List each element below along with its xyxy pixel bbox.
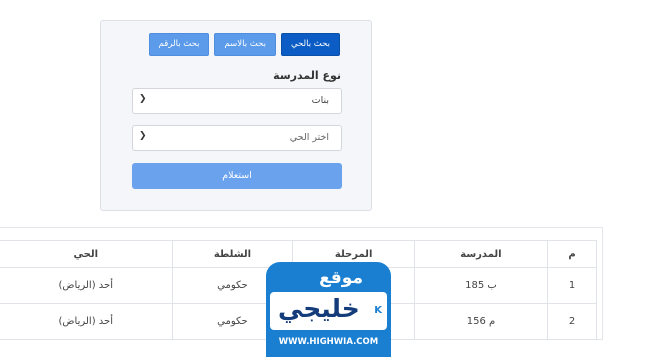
watermark-badge: خليجي K — [270, 292, 387, 330]
cell-district: أحد (الرياض) — [0, 267, 173, 304]
tab-search-by-district[interactable]: بحث بالحي — [280, 33, 340, 56]
cell-school: ب 185 — [413, 267, 549, 304]
chevron-down-icon: ❯ — [139, 94, 147, 104]
cell-school: م 156 — [413, 303, 549, 340]
cell-index: 2 — [547, 303, 597, 340]
search-panel: بحث بالحي بحث بالاسم بحث بالرقم نوع المد… — [100, 20, 372, 211]
logo-mark-icon: K — [374, 305, 382, 316]
column-header-school: المدرسة — [413, 240, 549, 268]
school-type-value: بنات — [311, 95, 329, 106]
watermark-line1: موقع — [319, 268, 363, 288]
column-header-index: م — [547, 240, 597, 268]
chevron-down-icon: ❯ — [139, 131, 147, 141]
submit-button[interactable]: استعلام — [132, 163, 342, 189]
search-tabs: بحث بالحي بحث بالاسم بحث بالرقم — [148, 33, 340, 56]
school-type-label: نوع المدرسة — [273, 69, 341, 82]
column-header-district: الحي — [0, 240, 173, 268]
watermark-url: WWW.HIGHWIA.COM — [278, 337, 379, 347]
school-type-select[interactable]: بنات ❯ — [132, 88, 342, 114]
district-select[interactable]: اختر الحي ❯ — [132, 125, 342, 151]
tab-search-by-name[interactable]: بحث بالاسم — [214, 33, 276, 56]
district-value: اختر الحي — [289, 132, 329, 143]
cell-index: 1 — [547, 267, 597, 304]
cell-district: أحد (الرياض) — [0, 303, 173, 340]
watermark-line2: خليجي — [278, 294, 360, 323]
watermark-logo: موقع خليجي K WWW.HIGHWIA.COM — [266, 262, 391, 357]
tab-search-by-number[interactable]: بحث بالرقم — [148, 33, 210, 56]
